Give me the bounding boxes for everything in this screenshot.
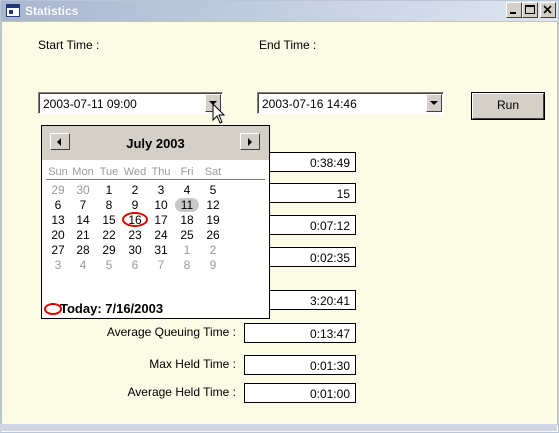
calendar-day[interactable]: 11 — [174, 198, 200, 212]
calendar-day[interactable]: 22 — [96, 228, 122, 242]
statistics-window: Statistics Start Time : End Time : 2003-… — [0, 0, 559, 433]
calendar-day[interactable]: 25 — [174, 228, 200, 242]
weekday-label: Thu — [151, 166, 171, 178]
calendar-day[interactable]: 2 — [122, 183, 148, 197]
max-held-time-value: 0:01:30 — [309, 359, 350, 373]
calendar-day[interactable]: 3 — [148, 183, 174, 197]
close-icon — [543, 5, 552, 14]
calendar-day[interactable]: 27 — [45, 243, 71, 257]
start-time-label: Start Time : — [38, 38, 100, 52]
calendar-day[interactable]: 9 — [122, 198, 148, 212]
close-button[interactable] — [540, 2, 556, 18]
calendar-day[interactable]: 24 — [148, 228, 174, 242]
average-queuing-time-label: Average Queuing Time : — [106, 325, 236, 339]
calendar-day-other-month[interactable]: 1 — [174, 243, 200, 257]
calendar-day-other-month[interactable]: 29 — [45, 183, 71, 197]
end-time-dropdown-button[interactable] — [426, 94, 442, 112]
calendar-day[interactable]: 31 — [148, 243, 174, 257]
weekday-label: Mon — [72, 166, 94, 178]
calendar-day[interactable]: 13 — [45, 213, 71, 227]
today-circle-marker — [122, 212, 148, 227]
calendar-day[interactable]: 4 — [174, 183, 200, 197]
calendar-day-other-month[interactable]: 3 — [45, 258, 71, 272]
average-held-time-box: 0:01:00 — [244, 383, 356, 403]
stat-value: 3:20:41 — [309, 294, 350, 308]
stat-value: 0:07:12 — [309, 219, 350, 233]
calendar-day[interactable]: 23 — [122, 228, 148, 242]
average-queuing-time-value: 0:13:47 — [309, 327, 350, 341]
title-bar[interactable]: Statistics — [1, 1, 558, 21]
calendar-day[interactable]: 30 — [122, 243, 148, 257]
calendar-day-other-month[interactable]: 2 — [200, 243, 226, 257]
today-link[interactable]: Today: 7/16/2003 — [60, 301, 163, 316]
next-month-button[interactable] — [240, 133, 260, 150]
stat-value: 15 — [336, 187, 350, 201]
calendar-day[interactable]: 7 — [70, 198, 96, 212]
window-bottom-edge — [0, 424, 557, 431]
calendar-day[interactable]: 18 — [174, 213, 200, 227]
max-held-time-label: Max Held Time : — [149, 357, 236, 371]
weekday-label: Sun — [48, 166, 68, 178]
calendar-day[interactable]: 6 — [45, 198, 71, 212]
end-time-label: End Time : — [259, 38, 317, 52]
stat-value: 0:02:35 — [309, 251, 350, 265]
calendar-day-other-month[interactable]: 4 — [70, 258, 96, 272]
calendar-day[interactable]: 28 — [70, 243, 96, 257]
end-time-value: 2003-07-16 14:46 — [262, 97, 357, 111]
minimize-button[interactable] — [506, 2, 522, 18]
calendar-day-other-month[interactable]: 8 — [174, 258, 200, 272]
calendar-day[interactable]: 29 — [96, 243, 122, 257]
run-button[interactable]: Run — [472, 93, 544, 119]
calendar-day[interactable]: 1 — [96, 183, 122, 197]
calendar-day[interactable]: 19 — [200, 213, 226, 227]
minimize-icon — [510, 12, 516, 14]
calendar-day[interactable]: 21 — [70, 228, 96, 242]
calendar-day-other-month[interactable]: 9 — [200, 258, 226, 272]
average-held-time-label: Average Held Time : — [127, 385, 237, 399]
calendar-day[interactable]: 20 — [45, 228, 71, 242]
calendar-day[interactable]: 14 — [70, 213, 96, 227]
calendar-day[interactable]: 17 — [148, 213, 174, 227]
window-title: Statistics — [25, 4, 79, 18]
calendar-day-other-month[interactable]: 5 — [96, 258, 122, 272]
end-time-picker[interactable]: 2003-07-16 14:46 — [257, 92, 444, 114]
calendar-day[interactable]: 12 — [200, 198, 226, 212]
calendar-day[interactable]: 5 — [200, 183, 226, 197]
weekday-label: Wed — [123, 166, 147, 178]
weekday-label: Tue — [99, 166, 119, 178]
calendar-day[interactable]: 15 — [96, 213, 122, 227]
average-held-time-value: 0:01:00 — [309, 387, 350, 401]
maximize-icon — [525, 5, 535, 14]
window-app-icon — [6, 4, 20, 17]
start-time-value: 2003-07-11 09:00 — [43, 97, 137, 111]
calendar-day[interactable]: 10 — [148, 198, 174, 212]
max-held-time-box: 0:01:30 — [244, 355, 356, 375]
average-queuing-time-box: 0:13:47 — [244, 323, 356, 343]
mouse-pointer-icon — [212, 103, 226, 124]
calendar-day-other-month[interactable]: 30 — [70, 183, 96, 197]
maximize-button[interactable] — [522, 2, 538, 18]
calendar-day[interactable]: 8 — [96, 198, 122, 212]
start-time-picker[interactable]: 2003-07-11 09:00 — [38, 92, 223, 114]
calendar-month-title[interactable]: July 2003 — [42, 136, 269, 151]
stat-value: 0:38:49 — [309, 156, 350, 170]
weekday-label: Sat — [204, 166, 222, 178]
calendar-day-other-month[interactable]: 6 — [122, 258, 148, 272]
calendar-day-other-month[interactable]: 7 — [148, 258, 174, 272]
calendar-divider — [46, 179, 265, 180]
weekday-label: Fri — [180, 166, 194, 178]
calendar-dropdown[interactable]: July 2003 Sun Mon Tue Wed Thu Fri Sat 29 30 1 2 3 4… — [41, 125, 270, 319]
calendar-day[interactable]: 26 — [200, 228, 226, 242]
